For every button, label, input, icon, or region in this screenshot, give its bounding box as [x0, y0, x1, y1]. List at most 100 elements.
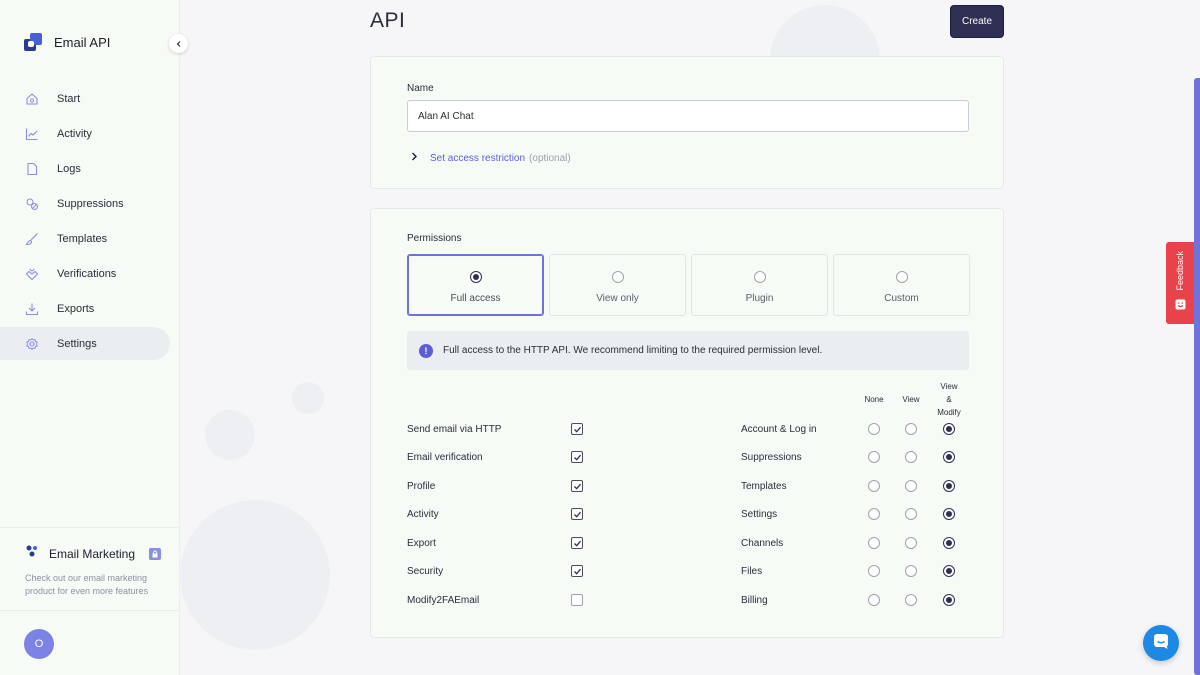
chat-launcher-button[interactable] — [1143, 625, 1179, 661]
permission-option-label: View only — [596, 293, 639, 304]
sidebar-item-settings[interactable]: Settings — [0, 327, 170, 360]
access-restriction-link[interactable]: Set access restriction — [430, 153, 525, 164]
column-header-line: Modify — [937, 408, 961, 417]
radio-view-modify[interactable] — [943, 423, 955, 435]
feedback-label: Feedback — [1175, 251, 1185, 291]
sidebar-item-suppressions[interactable]: Suppressions — [10, 187, 170, 220]
permission-label: Email verification — [407, 452, 483, 463]
radio-view[interactable] — [905, 537, 917, 549]
feedback-button[interactable]: Feedback — [1166, 242, 1194, 324]
sidebar-item-verifications[interactable]: Verifications — [10, 257, 170, 290]
email-marketing-promo[interactable]: Email Marketing Check out our email mark… — [0, 527, 180, 598]
radio-button[interactable] — [470, 271, 482, 283]
permission-option-full-access[interactable]: Full access — [407, 254, 544, 316]
sidebar: Email API Start Activity Logs Suppressio… — [0, 0, 180, 675]
permission-label: Channels — [741, 538, 784, 549]
sidebar-item-start[interactable]: Start — [10, 82, 170, 115]
radio-view[interactable] — [905, 565, 917, 577]
checkmark-icon — [573, 568, 581, 575]
chevron-right-icon — [411, 152, 418, 164]
promo-text: Check out our email marketing product fo… — [25, 573, 149, 596]
permission-option-custom[interactable]: Custom — [833, 254, 970, 316]
sidebar-item-label: Start — [57, 92, 81, 105]
permission-checkbox[interactable] — [571, 423, 583, 435]
radio-none[interactable] — [868, 594, 880, 606]
collapse-sidebar-button[interactable] — [169, 34, 188, 53]
name-card: Name Set access restriction (optional) — [370, 56, 1004, 189]
radio-none[interactable] — [868, 537, 880, 549]
brush-icon — [24, 231, 40, 247]
brand[interactable]: Email API — [24, 33, 110, 51]
permission-label: Billing — [741, 595, 768, 606]
permission-label: Profile — [407, 481, 436, 492]
permission-option-label: Full access — [450, 293, 501, 304]
radio-view[interactable] — [905, 480, 917, 492]
radio-view-modify[interactable] — [943, 537, 955, 549]
radio-none[interactable] — [868, 451, 880, 463]
sidebar-nav: Start Activity Logs Suppressions Templat… — [0, 80, 180, 362]
column-header-view-modify: View & Modify — [929, 380, 969, 419]
name-input[interactable] — [407, 100, 969, 132]
page-title: API — [370, 9, 406, 32]
background-decoration — [292, 382, 324, 414]
permission-label: Send email via HTTP — [407, 424, 502, 435]
promo-title: Email Marketing — [49, 546, 136, 561]
sidebar-item-templates[interactable]: Templates — [10, 222, 170, 255]
permission-label: Files — [741, 566, 763, 577]
access-restriction-toggle[interactable]: Set access restriction (optional) — [411, 152, 571, 164]
permission-row: Export Channels — [371, 534, 1005, 554]
radio-view-modify[interactable] — [943, 594, 955, 606]
info-banner: ! Full access to the HTTP API. We recomm… — [407, 331, 969, 370]
permissions-card: Permissions Full access View only Plugin… — [370, 208, 1004, 638]
radio-none[interactable] — [868, 480, 880, 492]
radio-view-modify[interactable] — [943, 508, 955, 520]
radio-view[interactable] — [905, 508, 917, 520]
page-scrollbar[interactable] — [1194, 78, 1200, 675]
permission-option-view-only[interactable]: View only — [549, 254, 686, 316]
radio-none[interactable] — [868, 565, 880, 577]
permission-label: Account & Log in — [741, 424, 817, 435]
radio-button[interactable] — [896, 271, 908, 283]
permission-checkbox[interactable] — [571, 594, 583, 606]
column-header-none: None — [864, 395, 884, 404]
gear-icon — [24, 336, 40, 352]
permission-option-plugin[interactable]: Plugin — [691, 254, 828, 316]
user-area: O — [0, 610, 180, 675]
background-decoration — [205, 410, 255, 460]
create-button[interactable]: Create — [950, 5, 1004, 38]
radio-view-modify[interactable] — [943, 480, 955, 492]
radio-view-modify[interactable] — [943, 451, 955, 463]
info-icon: ! — [419, 343, 433, 358]
radio-none[interactable] — [868, 423, 880, 435]
permission-row: Security Files — [371, 562, 1005, 582]
radio-view-modify[interactable] — [943, 565, 955, 577]
permission-option-label: Custom — [884, 293, 919, 304]
main-content: API Create Name Set access restriction (… — [180, 0, 1200, 675]
permission-checkbox[interactable] — [571, 508, 583, 520]
radio-view[interactable] — [905, 451, 917, 463]
permission-checkbox[interactable] — [571, 480, 583, 492]
sidebar-item-label: Exports — [57, 302, 95, 315]
permission-checkbox[interactable] — [571, 451, 583, 463]
radio-button[interactable] — [612, 271, 624, 283]
column-header-line: & — [946, 395, 952, 404]
email-marketing-logo-icon — [25, 544, 39, 563]
permission-label: Activity — [407, 509, 439, 520]
permissions-label: Permissions — [407, 233, 462, 244]
permission-options: Full access View only Plugin Custom — [407, 254, 970, 316]
permission-checkbox[interactable] — [571, 537, 583, 549]
radio-button[interactable] — [754, 271, 766, 283]
sidebar-item-exports[interactable]: Exports — [10, 292, 170, 325]
radio-view[interactable] — [905, 423, 917, 435]
permission-checkbox[interactable] — [571, 565, 583, 577]
sidebar-item-label: Settings — [57, 337, 97, 350]
column-header-line: View — [940, 382, 958, 391]
radio-view[interactable] — [905, 594, 917, 606]
chat-icon — [1152, 632, 1170, 655]
suppression-icon — [24, 196, 40, 212]
sidebar-item-activity[interactable]: Activity — [10, 117, 170, 150]
sidebar-item-logs[interactable]: Logs — [10, 152, 170, 185]
radio-none[interactable] — [868, 508, 880, 520]
column-header-view: View — [902, 395, 920, 404]
avatar[interactable]: O — [24, 629, 54, 659]
